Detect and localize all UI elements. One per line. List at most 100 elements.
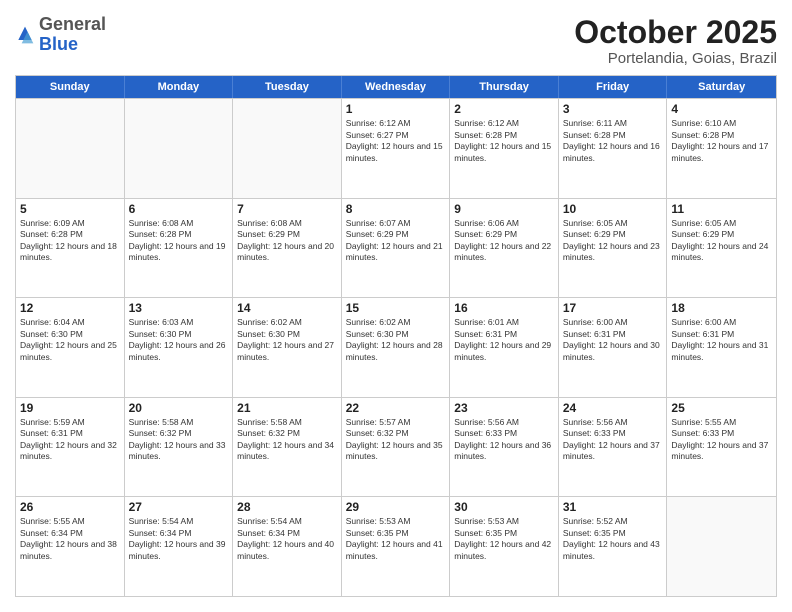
day-cell-9: 9 Sunrise: 6:06 AM Sunset: 6:29 PM Daylig…: [450, 199, 559, 298]
day-number: 18: [671, 301, 772, 315]
day-cell-1: 1 Sunrise: 6:12 AM Sunset: 6:27 PM Daylig…: [342, 99, 451, 198]
day-number: 21: [237, 401, 337, 415]
day-info: Sunrise: 5:58 AM Sunset: 6:32 PM Dayligh…: [129, 417, 229, 463]
location-title: Portelandia, Goias, Brazil: [574, 50, 777, 67]
empty-cell: [16, 99, 125, 198]
day-cell-5: 5Sunrise: 6:09 AM Sunset: 6:28 PM Daylig…: [16, 199, 125, 298]
logo: General Blue: [15, 15, 106, 55]
empty-cell: [125, 99, 234, 198]
day-number: 3: [563, 102, 663, 116]
logo-text: General Blue: [39, 15, 106, 55]
day-cell-29: 29 Sunrise: 5:53 AM Sunset: 6:35 PM Dayli…: [342, 497, 451, 596]
day-info: Sunrise: 6:05 AM Sunset: 6:29 PM Dayligh…: [671, 218, 772, 264]
day-cell-6: 6 Sunrise: 6:08 AM Sunset: 6:28 PM Daylig…: [125, 199, 234, 298]
day-number: 26: [20, 500, 120, 514]
day-number: 4: [671, 102, 772, 116]
day-cell-26: 26 Sunrise: 5:55 AM Sunset: 6:34 PM Dayli…: [16, 497, 125, 596]
calendar-header: SundayMondayTuesdayWednesdayThursdayFrid…: [16, 76, 776, 98]
day-number: 12: [20, 301, 120, 315]
day-number: 17: [563, 301, 663, 315]
day-cell-25: 25 Sunrise: 5:55 AM Sunset: 6:33 PM Dayli…: [667, 398, 776, 497]
day-cell-27: 27Sunrise: 5:54 AM Sunset: 6:34 PM Dayli…: [125, 497, 234, 596]
day-cell-28: 28Sunrise: 5:54 AM Sunset: 6:34 PM Dayli…: [233, 497, 342, 596]
day-number: 9: [454, 202, 554, 216]
day-info: Sunrise: 6:04 AM Sunset: 6:30 PM Dayligh…: [20, 317, 120, 363]
day-info: Sunrise: 6:08 AM Sunset: 6:28 PM Dayligh…: [129, 218, 229, 264]
day-cell-4: 4 Sunrise: 6:10 AM Sunset: 6:28 PM Daylig…: [667, 99, 776, 198]
day-cell-19: 19 Sunrise: 5:59 AM Sunset: 6:31 PM Dayli…: [16, 398, 125, 497]
logo-icon: [15, 25, 35, 45]
day-cell-18: 18 Sunrise: 6:00 AM Sunset: 6:31 PM Dayli…: [667, 298, 776, 397]
day-info: Sunrise: 6:05 AM Sunset: 6:29 PM Dayligh…: [563, 218, 663, 264]
calendar-row-3: 19 Sunrise: 5:59 AM Sunset: 6:31 PM Dayli…: [16, 397, 776, 497]
day-number: 10: [563, 202, 663, 216]
calendar-row-0: 1 Sunrise: 6:12 AM Sunset: 6:27 PM Daylig…: [16, 98, 776, 198]
day-cell-12: 12 Sunrise: 6:04 AM Sunset: 6:30 PM Dayli…: [16, 298, 125, 397]
day-info: Sunrise: 5:57 AM Sunset: 6:32 PM Dayligh…: [346, 417, 446, 463]
day-info: Sunrise: 6:03 AM Sunset: 6:30 PM Dayligh…: [129, 317, 229, 363]
day-number: 2: [454, 102, 554, 116]
header-day-tuesday: Tuesday: [233, 76, 342, 98]
day-cell-14: 14 Sunrise: 6:02 AM Sunset: 6:30 PM Dayli…: [233, 298, 342, 397]
logo-blue: Blue: [39, 34, 78, 54]
calendar-row-2: 12 Sunrise: 6:04 AM Sunset: 6:30 PM Dayli…: [16, 297, 776, 397]
day-number: 31: [563, 500, 663, 514]
day-info: Sunrise: 6:09 AM Sunset: 6:28 PM Dayligh…: [20, 218, 120, 264]
day-info: Sunrise: 6:01 AM Sunset: 6:31 PM Dayligh…: [454, 317, 554, 363]
day-cell-11: 11 Sunrise: 6:05 AM Sunset: 6:29 PM Dayli…: [667, 199, 776, 298]
day-number: 6: [129, 202, 229, 216]
day-info: Sunrise: 6:11 AM Sunset: 6:28 PM Dayligh…: [563, 118, 663, 164]
day-cell-10: 10 Sunrise: 6:05 AM Sunset: 6:29 PM Dayli…: [559, 199, 668, 298]
day-number: 20: [129, 401, 229, 415]
empty-cell: [233, 99, 342, 198]
day-cell-24: 24 Sunrise: 5:56 AM Sunset: 6:33 PM Dayli…: [559, 398, 668, 497]
day-number: 1: [346, 102, 446, 116]
header-day-thursday: Thursday: [450, 76, 559, 98]
day-cell-13: 13 Sunrise: 6:03 AM Sunset: 6:30 PM Dayli…: [125, 298, 234, 397]
day-number: 11: [671, 202, 772, 216]
day-cell-22: 22Sunrise: 5:57 AM Sunset: 6:32 PM Dayli…: [342, 398, 451, 497]
header-day-sunday: Sunday: [16, 76, 125, 98]
day-info: Sunrise: 6:00 AM Sunset: 6:31 PM Dayligh…: [671, 317, 772, 363]
day-info: Sunrise: 5:54 AM Sunset: 6:34 PM Dayligh…: [237, 516, 337, 562]
day-number: 15: [346, 301, 446, 315]
calendar: SundayMondayTuesdayWednesdayThursdayFrid…: [15, 75, 777, 597]
calendar-row-1: 5Sunrise: 6:09 AM Sunset: 6:28 PM Daylig…: [16, 198, 776, 298]
day-number: 25: [671, 401, 772, 415]
day-number: 14: [237, 301, 337, 315]
empty-cell: [667, 497, 776, 596]
day-info: Sunrise: 5:56 AM Sunset: 6:33 PM Dayligh…: [563, 417, 663, 463]
day-info: Sunrise: 5:53 AM Sunset: 6:35 PM Dayligh…: [454, 516, 554, 562]
day-info: Sunrise: 6:12 AM Sunset: 6:28 PM Dayligh…: [454, 118, 554, 164]
calendar-row-4: 26 Sunrise: 5:55 AM Sunset: 6:34 PM Dayli…: [16, 496, 776, 596]
day-info: Sunrise: 5:55 AM Sunset: 6:34 PM Dayligh…: [20, 516, 120, 562]
day-info: Sunrise: 6:06 AM Sunset: 6:29 PM Dayligh…: [454, 218, 554, 264]
day-info: Sunrise: 6:00 AM Sunset: 6:31 PM Dayligh…: [563, 317, 663, 363]
day-number: 23: [454, 401, 554, 415]
day-number: 30: [454, 500, 554, 514]
day-cell-7: 7Sunrise: 6:08 AM Sunset: 6:29 PM Daylig…: [233, 199, 342, 298]
header-day-wednesday: Wednesday: [342, 76, 451, 98]
day-info: Sunrise: 6:12 AM Sunset: 6:27 PM Dayligh…: [346, 118, 446, 164]
day-cell-23: 23 Sunrise: 5:56 AM Sunset: 6:33 PM Dayli…: [450, 398, 559, 497]
header-day-saturday: Saturday: [667, 76, 776, 98]
day-cell-15: 15 Sunrise: 6:02 AM Sunset: 6:30 PM Dayli…: [342, 298, 451, 397]
day-cell-31: 31Sunrise: 5:52 AM Sunset: 6:35 PM Dayli…: [559, 497, 668, 596]
day-info: Sunrise: 6:02 AM Sunset: 6:30 PM Dayligh…: [346, 317, 446, 363]
calendar-body: 1 Sunrise: 6:12 AM Sunset: 6:27 PM Daylig…: [16, 98, 776, 596]
day-number: 27: [129, 500, 229, 514]
day-info: Sunrise: 6:02 AM Sunset: 6:30 PM Dayligh…: [237, 317, 337, 363]
day-number: 24: [563, 401, 663, 415]
day-info: Sunrise: 5:56 AM Sunset: 6:33 PM Dayligh…: [454, 417, 554, 463]
day-info: Sunrise: 6:07 AM Sunset: 6:29 PM Dayligh…: [346, 218, 446, 264]
day-info: Sunrise: 6:10 AM Sunset: 6:28 PM Dayligh…: [671, 118, 772, 164]
day-number: 19: [20, 401, 120, 415]
day-info: Sunrise: 5:59 AM Sunset: 6:31 PM Dayligh…: [20, 417, 120, 463]
day-cell-8: 8Sunrise: 6:07 AM Sunset: 6:29 PM Daylig…: [342, 199, 451, 298]
day-cell-20: 20 Sunrise: 5:58 AM Sunset: 6:32 PM Dayli…: [125, 398, 234, 497]
day-number: 13: [129, 301, 229, 315]
day-number: 29: [346, 500, 446, 514]
day-info: Sunrise: 5:53 AM Sunset: 6:35 PM Dayligh…: [346, 516, 446, 562]
day-cell-30: 30 Sunrise: 5:53 AM Sunset: 6:35 PM Dayli…: [450, 497, 559, 596]
day-info: Sunrise: 5:55 AM Sunset: 6:33 PM Dayligh…: [671, 417, 772, 463]
